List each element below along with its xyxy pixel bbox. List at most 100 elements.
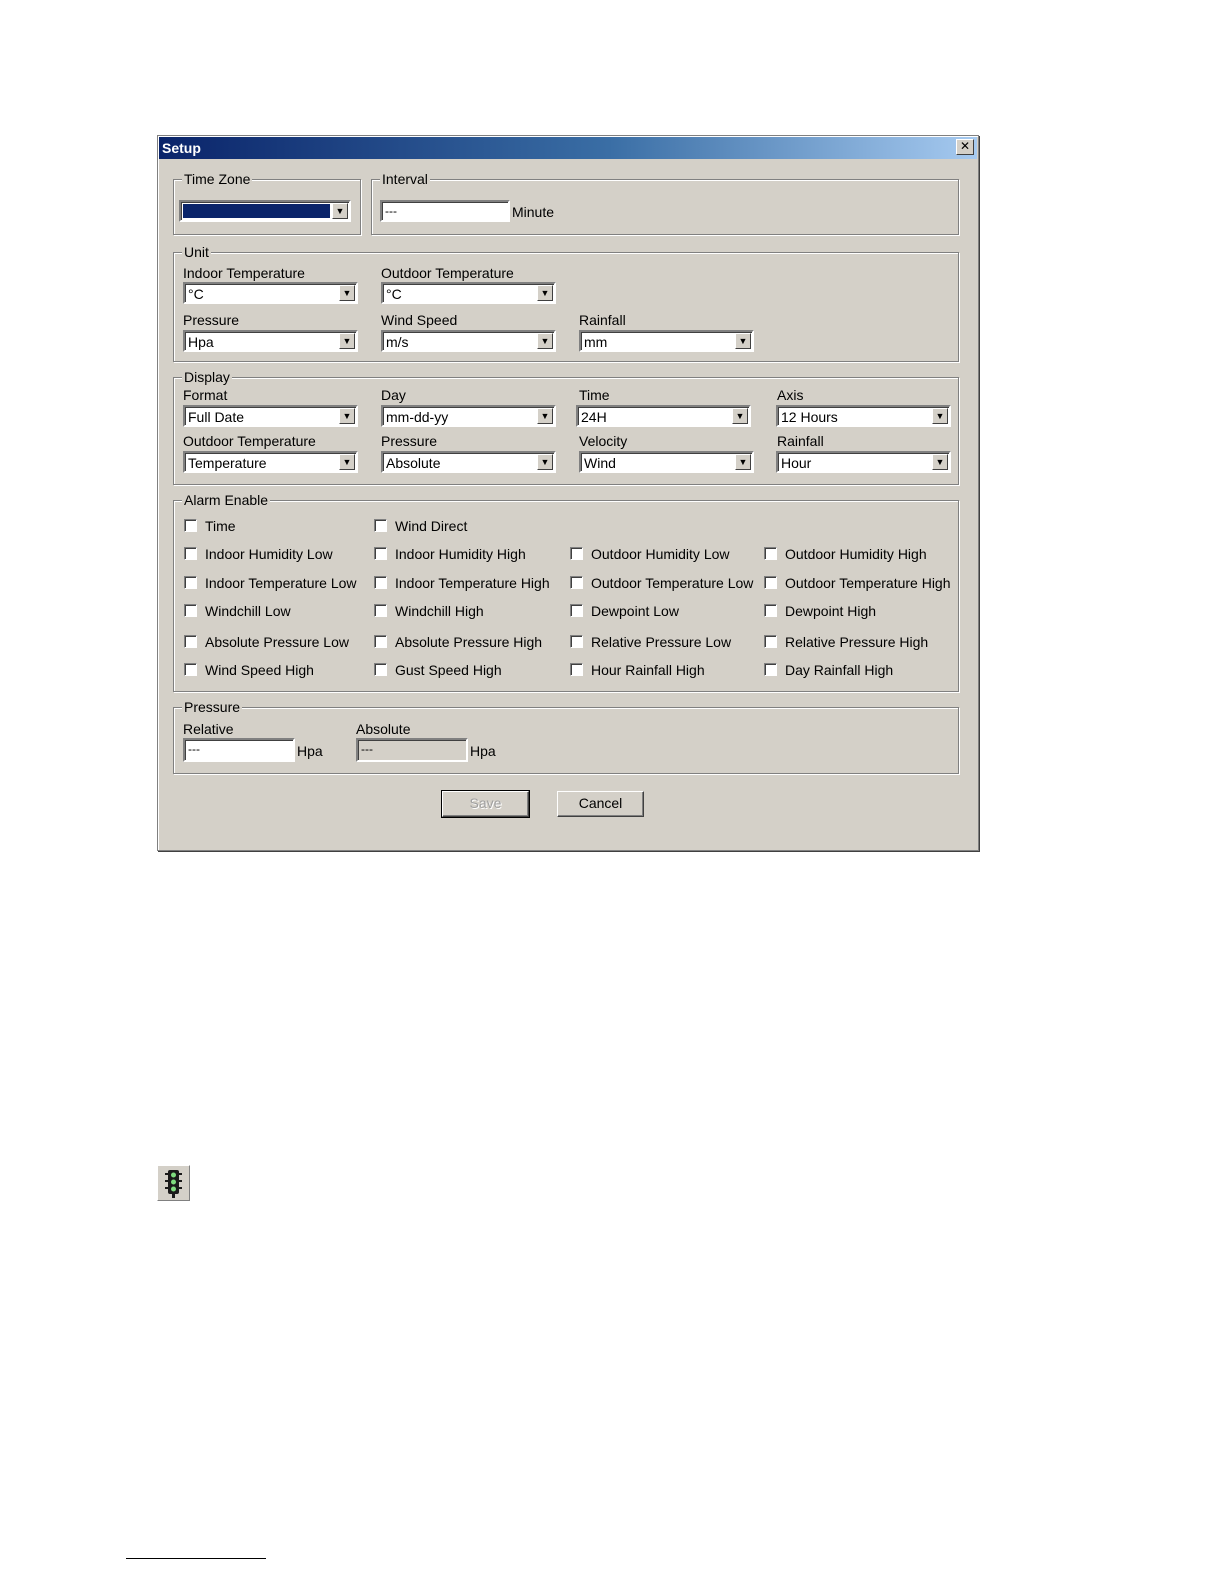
display-pressure-select[interactable]: Absolute ▼ <box>381 451 556 473</box>
checkbox-box[interactable] <box>374 604 387 617</box>
indoor-temperature-unit-value: °C <box>188 286 204 302</box>
day-value: mm-dd-yy <box>386 409 449 425</box>
alarm-label: Indoor Temperature Low <box>205 575 357 591</box>
chevron-down-icon[interactable]: ▼ <box>732 408 748 424</box>
display-outdoor-temperature-label: Outdoor Temperature <box>183 433 316 449</box>
alarm-label: Absolute Pressure High <box>395 634 543 650</box>
save-button[interactable]: Save <box>441 790 530 818</box>
checkbox-box[interactable] <box>184 519 197 532</box>
pressure-group: Pressure Relative --- Hpa Absolute --- H… <box>173 699 959 774</box>
checkbox-box[interactable] <box>374 547 387 560</box>
axis-value: 12 Hours <box>781 409 838 425</box>
axis-select[interactable]: 12 Hours ▼ <box>776 405 951 427</box>
display-rainfall-select[interactable]: Hour ▼ <box>776 451 951 473</box>
interval-input[interactable]: --- <box>380 200 510 222</box>
display-outdoor-temperature-value: Temperature <box>188 455 267 471</box>
time-format-select[interactable]: 24H ▼ <box>576 405 751 427</box>
chevron-down-icon[interactable]: ▼ <box>339 333 355 349</box>
chevron-down-icon[interactable]: ▼ <box>339 454 355 470</box>
relative-pressure-label: Relative <box>183 721 234 737</box>
velocity-select[interactable]: Wind ▼ <box>579 451 754 473</box>
alarm-enable-group: Alarm Enable Time Wind Direct Indoor Hum… <box>173 492 959 692</box>
title-bar[interactable]: Setup ✕ <box>159 137 977 159</box>
format-value: Full Date <box>188 409 245 425</box>
rainfall-unit-label: Rainfall <box>579 312 626 328</box>
alarm-label: Wind Direct <box>395 518 468 534</box>
pressure-unit-select[interactable]: Hpa ▼ <box>183 330 358 352</box>
checkbox-box[interactable] <box>764 576 777 589</box>
checkbox-box[interactable] <box>374 519 387 532</box>
format-label: Format <box>183 387 228 403</box>
checkbox-box[interactable] <box>764 663 777 676</box>
axis-label: Axis <box>777 387 804 403</box>
wind-speed-unit-label: Wind Speed <box>381 312 458 328</box>
day-select[interactable]: mm-dd-yy ▼ <box>381 405 556 427</box>
checkbox-box[interactable] <box>184 547 197 560</box>
chevron-down-icon[interactable]: ▼ <box>537 454 553 470</box>
chevron-down-icon[interactable]: ▼ <box>339 408 355 424</box>
alarm-label: Dewpoint Low <box>591 603 679 619</box>
alarm-label: Windchill High <box>395 603 484 619</box>
display-rainfall-value: Hour <box>781 455 812 471</box>
chevron-down-icon[interactable]: ▼ <box>537 285 553 301</box>
checkbox-box[interactable] <box>764 604 777 617</box>
chevron-down-icon[interactable]: ▼ <box>932 408 948 424</box>
time-format-label: Time <box>579 387 610 403</box>
checkbox-box[interactable] <box>184 635 197 648</box>
outdoor-temperature-unit-select[interactable]: °C ▼ <box>381 282 556 304</box>
display-outdoor-temperature-select[interactable]: Temperature ▼ <box>183 451 358 473</box>
checkbox-box[interactable] <box>570 635 583 648</box>
checkbox-box[interactable] <box>374 576 387 589</box>
time-zone-select[interactable]: ▼ <box>179 200 351 222</box>
chevron-down-icon[interactable]: ▼ <box>339 285 355 301</box>
velocity-value: Wind <box>584 455 616 471</box>
interval-unit: Minute <box>512 204 555 220</box>
chevron-down-icon[interactable]: ▼ <box>537 333 553 349</box>
format-select[interactable]: Full Date ▼ <box>183 405 358 427</box>
relative-pressure-input[interactable]: --- <box>183 738 295 762</box>
interval-legend: Interval <box>380 171 430 187</box>
chevron-down-icon[interactable]: ▼ <box>735 333 751 349</box>
close-button[interactable]: ✕ <box>956 139 974 155</box>
indoor-temperature-unit-select[interactable]: °C ▼ <box>183 282 358 304</box>
unit-legend: Unit <box>182 244 211 260</box>
absolute-pressure-value: --- <box>361 742 373 756</box>
checkbox-box[interactable] <box>374 635 387 648</box>
setup-dialog: Setup ✕ Time Zone ▼ Interval --- Minute … <box>157 135 979 851</box>
traffic-light-icon[interactable] <box>157 1165 190 1201</box>
chevron-down-icon[interactable]: ▼ <box>932 454 948 470</box>
display-pressure-value: Absolute <box>386 455 441 471</box>
checkbox-box[interactable] <box>184 663 197 676</box>
time-zone-selection-highlight <box>182 203 331 219</box>
checkbox-box[interactable] <box>374 663 387 676</box>
velocity-label: Velocity <box>579 433 628 449</box>
alarm-label: Outdoor Humidity High <box>785 546 927 562</box>
absolute-pressure-input: --- <box>356 738 468 762</box>
wind-speed-unit-value: m/s <box>386 334 409 350</box>
indoor-temperature-unit-label: Indoor Temperature <box>183 265 305 281</box>
cancel-button[interactable]: Cancel <box>557 791 644 817</box>
alarm-label: Outdoor Temperature Low <box>591 575 754 591</box>
checkbox-box[interactable] <box>570 547 583 560</box>
absolute-pressure-unit: Hpa <box>470 743 496 759</box>
interval-value: --- <box>385 204 397 218</box>
outdoor-temperature-unit-value: °C <box>386 286 402 302</box>
time-format-value: 24H <box>581 409 607 425</box>
chevron-down-icon[interactable]: ▼ <box>537 408 553 424</box>
wind-speed-unit-select[interactable]: m/s ▼ <box>381 330 556 352</box>
relative-pressure-value: --- <box>188 742 200 756</box>
checkbox-box[interactable] <box>184 604 197 617</box>
checkbox-box[interactable] <box>764 547 777 560</box>
checkbox-box[interactable] <box>184 576 197 589</box>
chevron-down-icon[interactable]: ▼ <box>735 454 751 470</box>
checkbox-box[interactable] <box>570 663 583 676</box>
alarm-label: Indoor Humidity High <box>395 546 526 562</box>
alarm-label: Gust Speed High <box>395 662 502 678</box>
checkbox-box[interactable] <box>570 576 583 589</box>
alarm-label: Windchill Low <box>205 603 291 619</box>
footnote-separator <box>126 1558 266 1559</box>
rainfall-unit-select[interactable]: mm ▼ <box>579 330 754 352</box>
chevron-down-icon[interactable]: ▼ <box>332 203 348 219</box>
checkbox-box[interactable] <box>570 604 583 617</box>
checkbox-box[interactable] <box>764 635 777 648</box>
